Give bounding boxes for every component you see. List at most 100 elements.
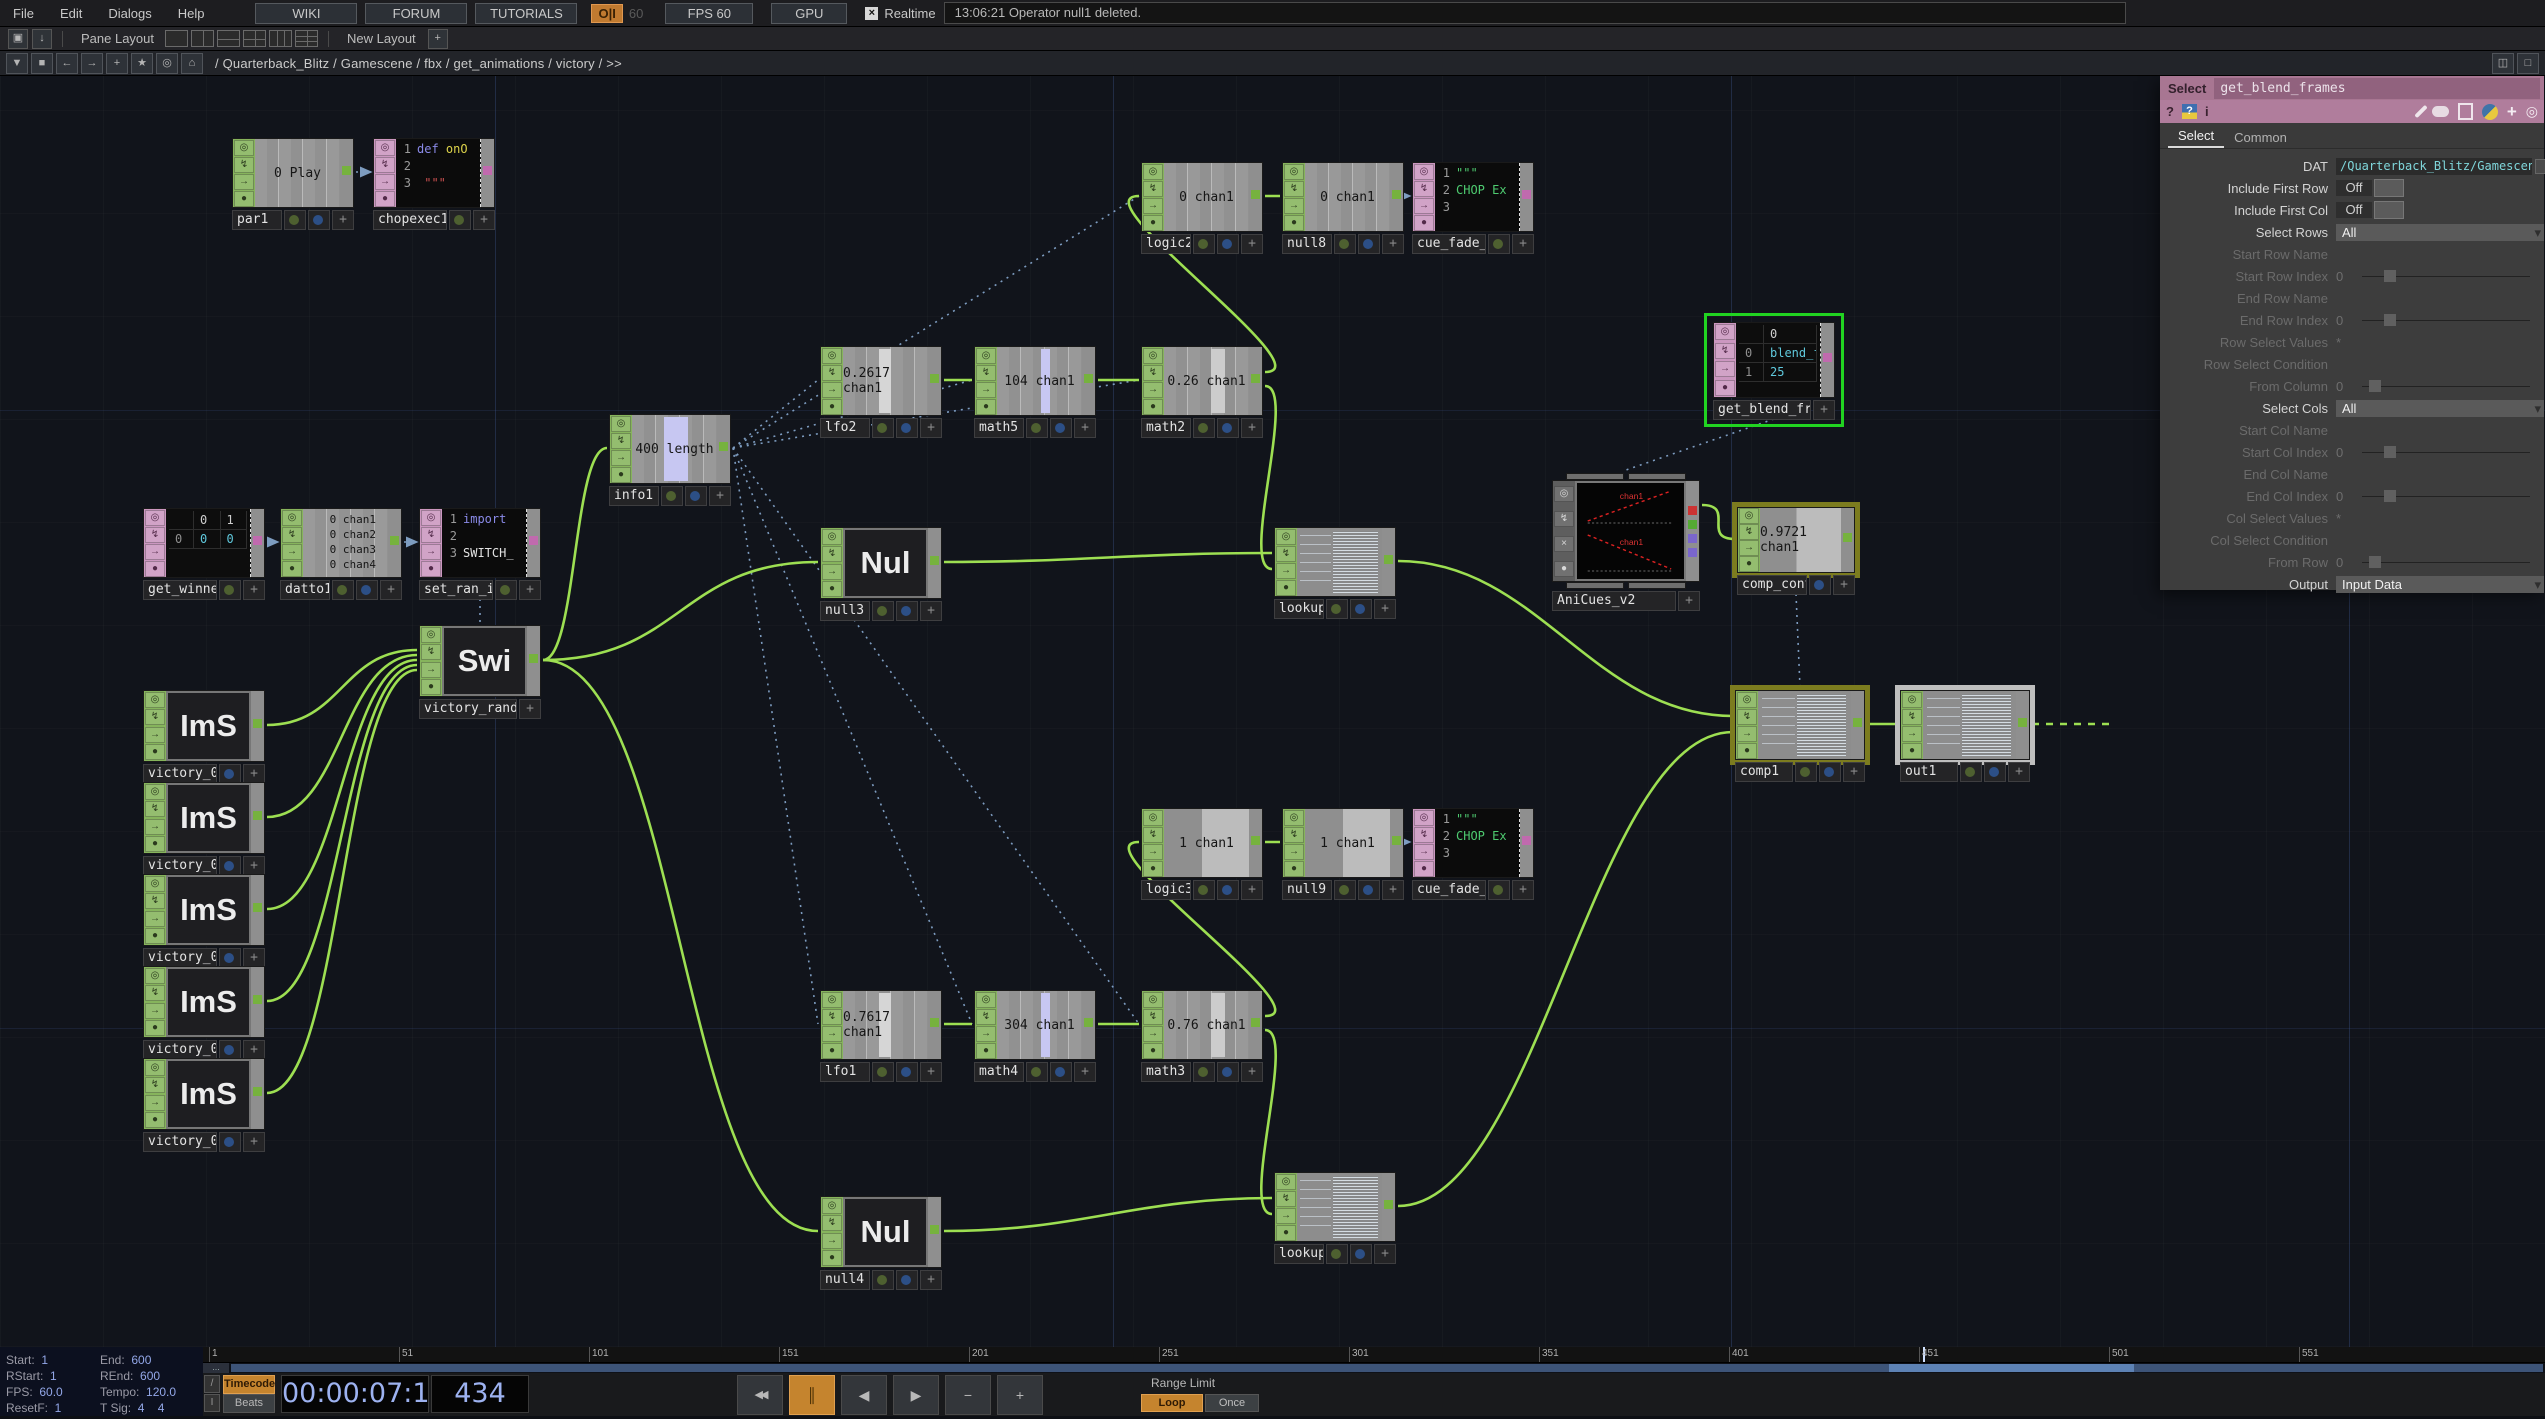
node-name[interactable]: null4 — [820, 1270, 870, 1290]
bypass-flag-icon[interactable]: ↯ — [145, 709, 165, 725]
lock-flag-icon[interactable]: ● — [976, 1043, 996, 1059]
output-connector[interactable] — [483, 166, 492, 175]
output-connector[interactable] — [342, 166, 351, 175]
bypass-flag-icon[interactable]: ↯ — [1276, 1191, 1296, 1207]
viewer-flag-icon[interactable]: ◎ — [1554, 486, 1574, 502]
bookmark-star-icon[interactable]: ★ — [131, 53, 153, 74]
step-back-button[interactable]: ◀ — [841, 1375, 887, 1415]
node-expand-button[interactable]: + — [2008, 762, 2030, 782]
export-flag-icon[interactable]: → — [1276, 563, 1296, 579]
bypass-flag-icon[interactable]: ↯ — [1737, 709, 1757, 725]
node-flag-dot[interactable] — [1350, 1244, 1372, 1264]
export-flag-icon[interactable]: → — [1414, 844, 1434, 860]
viewer-flag-icon[interactable]: ◎ — [1737, 692, 1757, 708]
node-par1[interactable]: ◎↯→●0 Playpar1+ — [232, 138, 354, 230]
pane-options-icon[interactable]: □ — [2517, 53, 2539, 74]
bypass-flag-icon[interactable]: ↯ — [822, 546, 842, 562]
export-flag-icon[interactable]: → — [234, 174, 254, 190]
node-expand-button[interactable]: + — [1374, 1244, 1396, 1264]
node-name[interactable]: math3 — [1141, 1062, 1191, 1082]
bypass-flag-icon[interactable]: ↯ — [611, 433, 631, 449]
lock-flag-icon[interactable]: ● — [145, 836, 165, 852]
node-lfo1[interactable]: ◎↯→●0.7617 chan1lfo1+ — [820, 990, 942, 1082]
output-connector[interactable] — [1688, 506, 1697, 515]
node-flag-dot[interactable] — [1488, 880, 1510, 900]
node-expand-button[interactable]: + — [1382, 880, 1404, 900]
once-button[interactable]: Once — [1205, 1394, 1259, 1412]
node-flag-dot[interactable] — [1984, 762, 2006, 782]
add-parameter-icon[interactable]: + — [2507, 104, 2517, 120]
node-flag-dot[interactable] — [1193, 234, 1215, 254]
lock-flag-icon[interactable]: ● — [1737, 743, 1757, 759]
viewer-flag-icon[interactable]: ◎ — [1276, 529, 1296, 545]
node-flag-dot[interactable] — [1334, 880, 1356, 900]
viewer-flag-icon[interactable]: ◎ — [1284, 810, 1304, 826]
node-expand-button[interactable]: + — [920, 1270, 942, 1290]
param-field-dat[interactable]: /Quarterback_Blitz/Gamescene — [2336, 158, 2532, 175]
python-help-icon[interactable]: ? — [2182, 104, 2197, 119]
node-name[interactable]: par1 — [232, 210, 282, 230]
param-slider[interactable] — [2362, 496, 2530, 497]
export-flag-icon[interactable]: → — [1414, 198, 1434, 214]
menu-help[interactable]: Help — [165, 6, 218, 21]
export-flag-icon[interactable]: → — [145, 1003, 165, 1019]
bypass-flag-icon[interactable]: ↯ — [145, 893, 165, 909]
timeline-ruler[interactable]: 151101151201251301351401451501551 — [203, 1347, 2545, 1363]
scrollbar-view-region[interactable] — [1889, 1364, 2134, 1372]
operator-name-field[interactable]: get_blend_frames — [2214, 78, 2540, 99]
pane-preset-icon[interactable] — [295, 30, 318, 47]
jump-to-start-button[interactable]: ◀◀ — [737, 1375, 783, 1415]
lock-flag-icon[interactable]: ● — [421, 561, 441, 577]
viewer-flag-icon[interactable]: ◎ — [822, 1198, 842, 1214]
bypass-flag-icon[interactable]: ↯ — [145, 1077, 165, 1093]
stop-playback-icon[interactable]: ■ — [31, 53, 53, 74]
param-slider-handle[interactable] — [2369, 380, 2381, 392]
lock-flag-icon[interactable]: ● — [145, 744, 165, 760]
viewer-flag-icon[interactable]: ◎ — [1414, 810, 1434, 826]
timeline-scrollbar[interactable]: ... — [203, 1363, 2545, 1373]
comp-tab[interactable] — [1628, 582, 1686, 589]
bypass-flag-icon[interactable]: ↯ — [1143, 365, 1163, 381]
node-name[interactable]: victory_001b — [143, 856, 217, 876]
menu-file[interactable]: File — [0, 6, 47, 21]
output-connector[interactable] — [1688, 548, 1697, 557]
node-flag-dot[interactable] — [1809, 575, 1831, 595]
bypass-flag-icon[interactable]: ↯ — [145, 985, 165, 1001]
param-slider[interactable] — [2362, 452, 2530, 453]
bypass-flag-icon[interactable]: ↯ — [1284, 181, 1304, 197]
node-expand-button[interactable]: + — [243, 856, 265, 876]
lock-flag-icon[interactable]: ● — [822, 399, 842, 415]
bypass-flag-icon[interactable]: ↯ — [1143, 827, 1163, 843]
node-expand-button[interactable]: + — [1241, 1062, 1263, 1082]
timeline-slash-button[interactable]: / — [204, 1375, 220, 1393]
node-victory_004[interactable]: ◎↯→●ImSvictory_004+ — [143, 874, 265, 968]
node-math4[interactable]: ◎↯→●304 chan1math4+ — [974, 990, 1096, 1082]
node-name[interactable]: cue_fade_out — [1412, 880, 1486, 900]
node-expand-button[interactable]: + — [243, 1040, 265, 1060]
export-flag-icon[interactable]: → — [421, 544, 441, 560]
python-mode-icon[interactable] — [2482, 104, 2498, 120]
timeline-marker-button[interactable]: I — [204, 1394, 220, 1412]
node-flag-dot[interactable] — [896, 601, 918, 621]
loop-button[interactable]: Loop — [1141, 1394, 1203, 1412]
output-connector[interactable] — [253, 995, 262, 1004]
lock-flag-icon[interactable]: ● — [1739, 556, 1759, 572]
output-connector[interactable] — [1522, 836, 1531, 845]
node-name[interactable]: lookup3 — [1274, 1244, 1324, 1264]
output-connector[interactable] — [253, 903, 262, 912]
node-name[interactable]: get_winner — [143, 580, 217, 600]
node-picker-icon[interactable] — [2535, 159, 2545, 174]
pane-preset-icon[interactable] — [269, 30, 292, 47]
param-dropdown-output[interactable]: Input Data▾ — [2336, 576, 2544, 593]
viewer-flag-icon[interactable]: ◎ — [1276, 1174, 1296, 1190]
node-flag-dot[interactable] — [1334, 234, 1356, 254]
param-toggle-handle[interactable] — [2374, 201, 2404, 219]
node-expand-button[interactable]: + — [473, 210, 495, 230]
bypass-flag-icon[interactable]: ↯ — [1284, 827, 1304, 843]
node-name[interactable]: null8 — [1282, 234, 1332, 254]
output-connector[interactable] — [529, 654, 538, 663]
node-expand-button[interactable]: + — [920, 418, 942, 438]
node-name[interactable]: math2 — [1141, 418, 1191, 438]
output-connector[interactable] — [719, 442, 728, 451]
output-connector[interactable] — [2018, 718, 2027, 727]
